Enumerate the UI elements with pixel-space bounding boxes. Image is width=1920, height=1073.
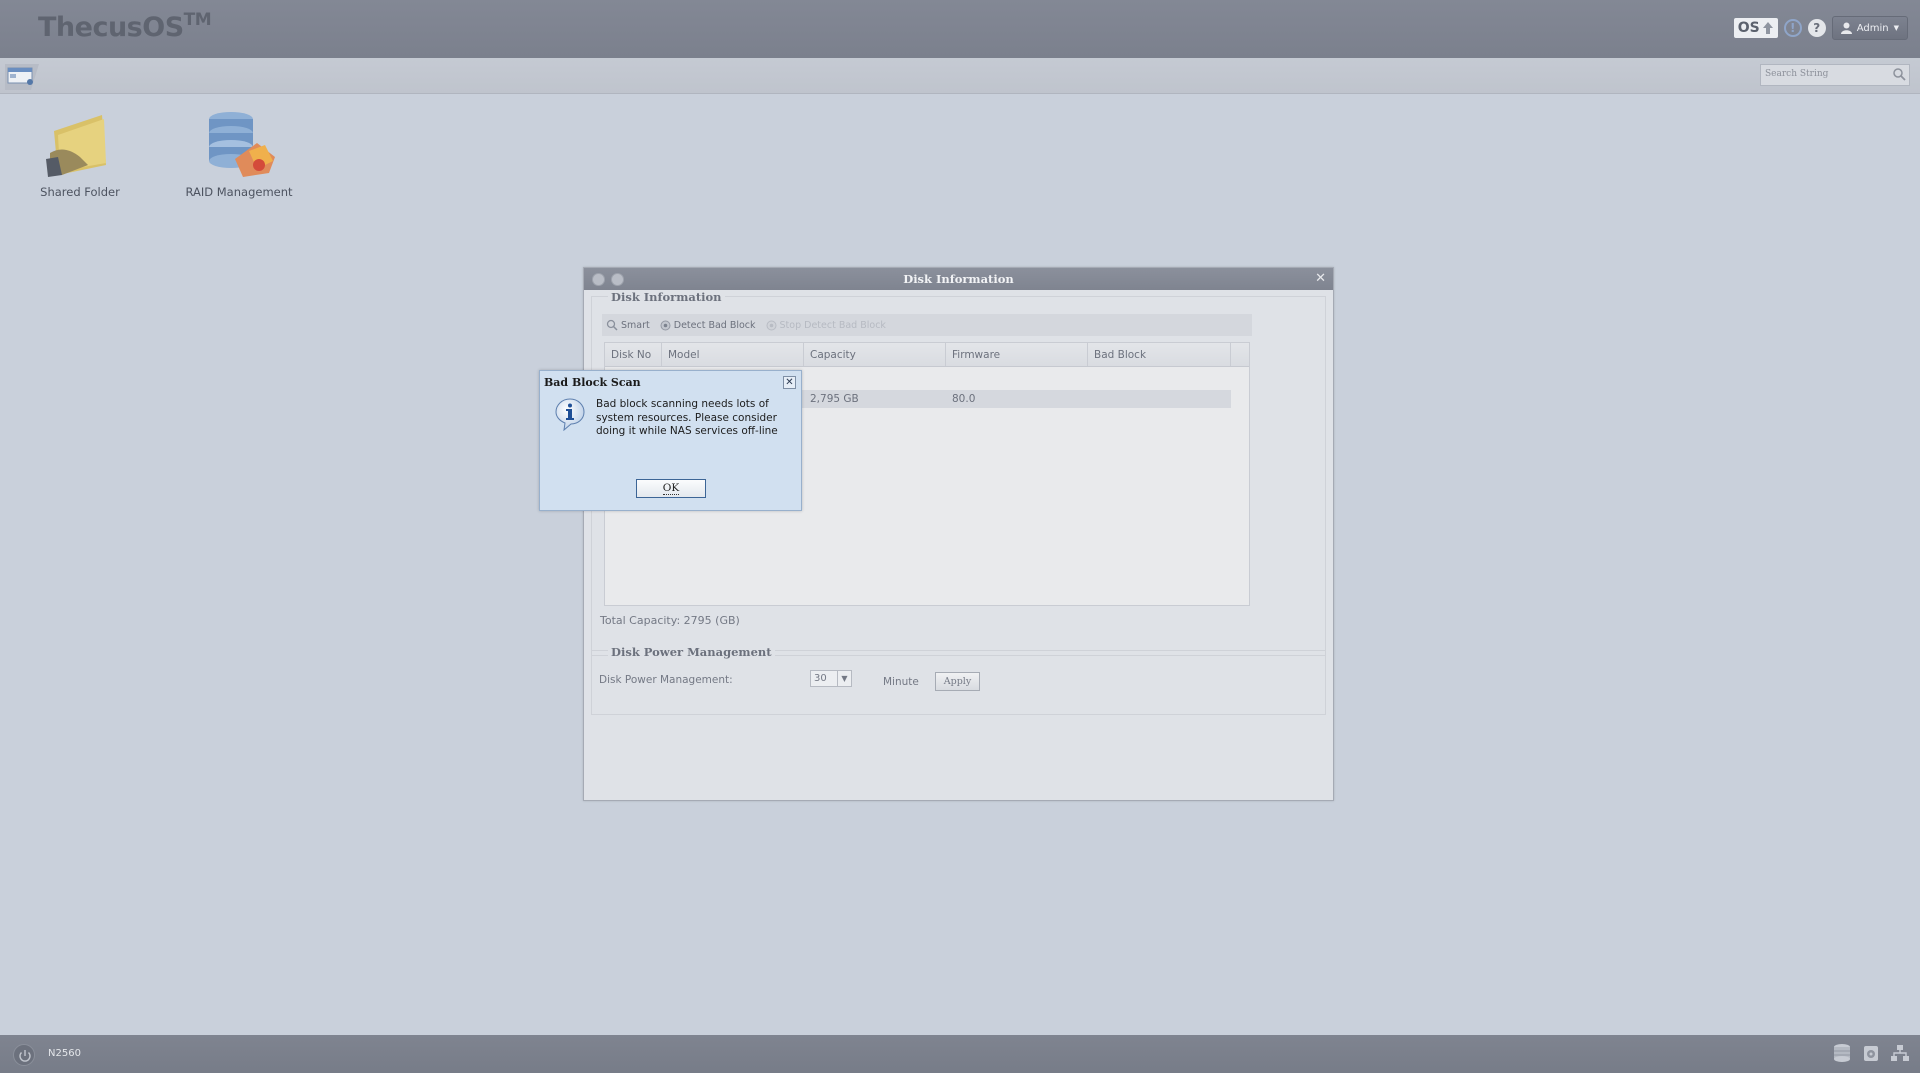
cell-bad-block bbox=[1088, 390, 1231, 408]
dialog-message: Bad block scanning needs lots of system … bbox=[596, 398, 778, 437]
user-menu-button[interactable]: Admin ▼ bbox=[1831, 16, 1908, 40]
minimize-icon[interactable] bbox=[592, 273, 605, 286]
power-mgmt-value: 30 bbox=[814, 673, 827, 684]
desktop-home-tab[interactable] bbox=[5, 62, 45, 90]
column-header-disk-no[interactable]: Disk No bbox=[605, 343, 662, 366]
power-mgmt-label: Disk Power Management: bbox=[599, 674, 733, 686]
desktop-shortcut-raid-management[interactable]: RAID Management bbox=[179, 107, 299, 199]
os-badge-label: OS bbox=[1737, 20, 1760, 36]
chevron-down-icon: ▼ bbox=[1893, 24, 1899, 32]
desktop-icon bbox=[5, 64, 39, 90]
hostname: N2560 bbox=[48, 1048, 81, 1059]
smart-button[interactable]: Smart bbox=[606, 319, 650, 331]
network-icon[interactable] bbox=[1890, 1043, 1910, 1063]
info-icon[interactable]: ! bbox=[1783, 19, 1802, 37]
raid-management-label: RAID Management bbox=[185, 185, 293, 199]
header-actions: OS ! ? Admin ▼ bbox=[1733, 16, 1908, 40]
disk-icon[interactable] bbox=[1862, 1043, 1880, 1063]
taskbar: N2560 bbox=[0, 1035, 1920, 1073]
shared-folder-icon bbox=[20, 107, 140, 185]
help-icon[interactable]: ? bbox=[1807, 19, 1826, 37]
storage-icon[interactable] bbox=[1832, 1043, 1852, 1063]
window-title: Disk Information bbox=[903, 272, 1014, 286]
info-icon bbox=[554, 397, 586, 434]
window-title-bar[interactable]: Disk Information ✕ bbox=[584, 268, 1333, 290]
detect-bad-block-label: Detect Bad Block bbox=[673, 319, 756, 331]
cell-capacity: 2,795 GB bbox=[810, 393, 859, 405]
os-menu-button[interactable]: OS bbox=[1733, 18, 1778, 38]
smart-label: Smart bbox=[621, 319, 650, 331]
search-icon[interactable] bbox=[1892, 67, 1906, 81]
desktop-shortcut-shared-folder[interactable]: Shared Folder bbox=[20, 107, 140, 199]
desktop-toolbar: Search String bbox=[0, 58, 1920, 94]
close-icon[interactable]: ✕ bbox=[783, 376, 796, 389]
detect-icon bbox=[660, 320, 671, 330]
bad-block-scan-dialog: Bad Block Scan ✕ Bad block scanning need… bbox=[539, 370, 802, 511]
cell-firmware: 80.0 bbox=[952, 393, 976, 405]
disk-table-header: Disk No Model Capacity Firmware Bad Bloc… bbox=[605, 343, 1249, 367]
arrow-up-icon bbox=[1762, 22, 1773, 34]
stop-detect-bad-block-label: Stop Detect Bad Block bbox=[779, 319, 886, 331]
total-capacity: Total Capacity: 2795 (GB) bbox=[600, 614, 740, 627]
user-icon bbox=[1840, 22, 1852, 34]
system-tray bbox=[1832, 1043, 1910, 1063]
stop-icon bbox=[766, 320, 777, 330]
chevron-down-icon[interactable]: ▼ bbox=[837, 671, 851, 686]
shared-folder-label: Shared Folder bbox=[40, 185, 120, 199]
smart-icon bbox=[606, 319, 618, 331]
search-input[interactable]: Search String bbox=[1760, 64, 1910, 86]
detect-bad-block-button[interactable]: Detect Bad Block bbox=[660, 320, 756, 331]
close-icon[interactable]: ✕ bbox=[1315, 268, 1326, 290]
user-name: Admin bbox=[1856, 22, 1889, 34]
stop-detect-bad-block-button[interactable]: Stop Detect Bad Block bbox=[766, 320, 886, 331]
brand-name: ThecusOS bbox=[38, 12, 184, 43]
top-header: ThecusOSTM OS ! ? Admin ▼ bbox=[0, 0, 1920, 58]
raid-management-icon bbox=[179, 107, 299, 185]
column-header-capacity[interactable]: Capacity bbox=[804, 343, 946, 366]
maximize-icon[interactable] bbox=[611, 273, 624, 286]
disk-toolbar: Smart Detect Bad Block Stop Detect Bad B… bbox=[602, 314, 1252, 336]
column-header-bad-block[interactable]: Bad Block bbox=[1088, 343, 1231, 366]
column-header-model[interactable]: Model bbox=[662, 343, 804, 366]
power-icon[interactable] bbox=[13, 1044, 35, 1066]
disk-info-section-title: Disk Information bbox=[608, 290, 725, 304]
disk-information-window: Disk Information ✕ Disk Information Smar… bbox=[583, 267, 1334, 801]
brand-logo: ThecusOSTM bbox=[38, 10, 212, 43]
search-placeholder: Search String bbox=[1765, 69, 1829, 79]
apply-button[interactable]: Apply bbox=[935, 672, 980, 691]
power-mgmt-unit: Minute bbox=[883, 676, 919, 688]
power-mgmt-select[interactable]: 30 ▼ bbox=[810, 670, 852, 687]
brand-tm: TM bbox=[183, 10, 212, 30]
column-header-firmware[interactable]: Firmware bbox=[946, 343, 1088, 366]
dialog-title: Bad Block Scan bbox=[544, 376, 641, 389]
ok-button-label: OK bbox=[662, 482, 680, 495]
ok-button[interactable]: OK bbox=[636, 479, 706, 498]
power-mgmt-section-title: Disk Power Management bbox=[608, 645, 775, 659]
